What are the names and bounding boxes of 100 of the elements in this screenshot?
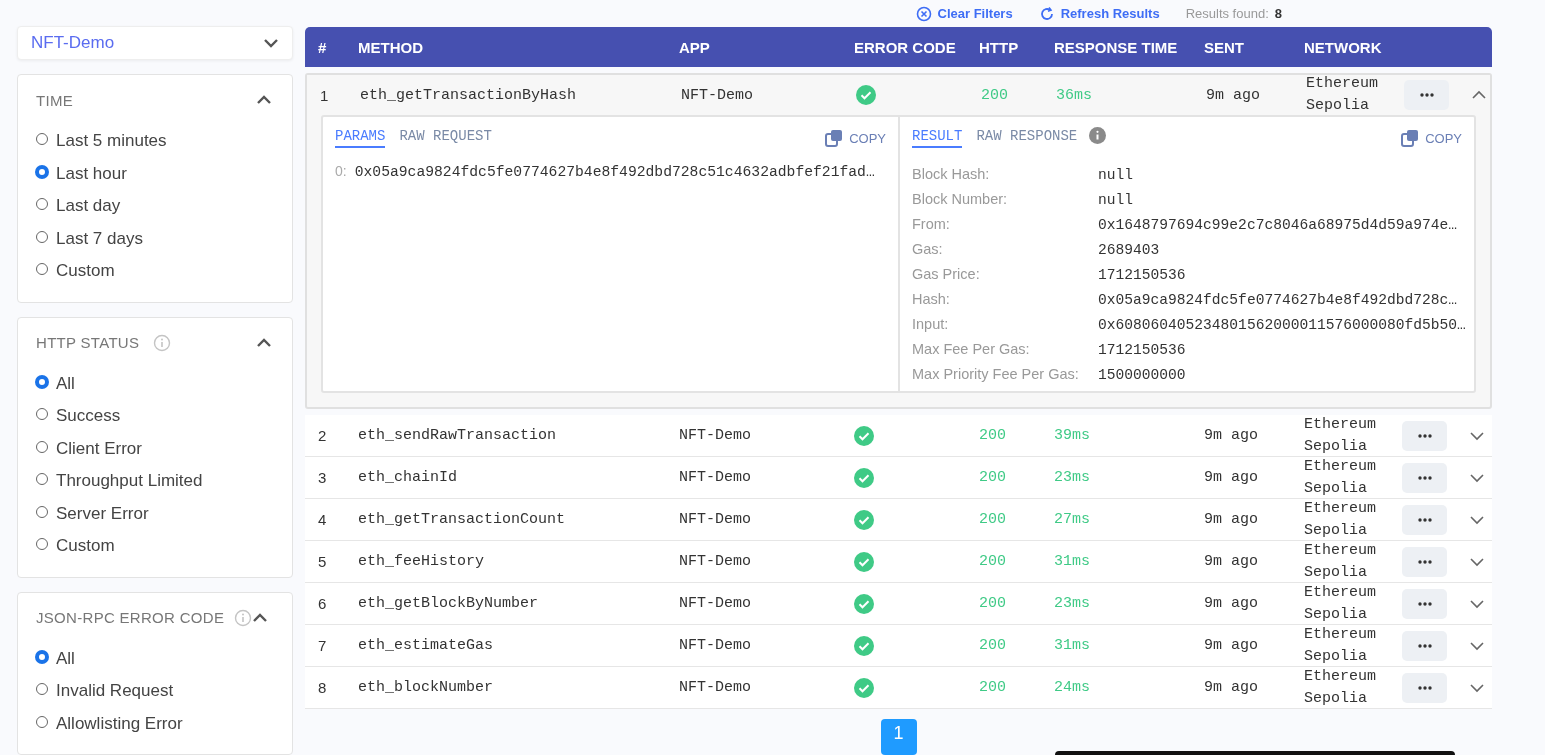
- field-label: Max Fee Per Gas:: [912, 340, 1031, 359]
- expand-toggle[interactable]: [1471, 90, 1487, 100]
- field-label: Gas Price:: [912, 265, 981, 284]
- toolbar-link[interactable]: Clear Filters: [937, 6, 1013, 21]
- radio-button[interactable]: [36, 650, 48, 663]
- table-cell-text: eth_chainId: [358, 469, 459, 486]
- option-label: Client Error: [56, 438, 142, 459]
- field-label: Max Priority Fee Per Gas:: [912, 365, 1080, 384]
- table-cell-text: 24ms: [1054, 679, 1091, 696]
- table-cell-text: NFT-Demo: [679, 595, 752, 612]
- field-value: 0x608060405234801562000011576000080fd5b50…: [1098, 316, 1466, 335]
- expand-toggle[interactable]: [1469, 682, 1485, 693]
- table-cell-text: Ethereum Sepolia: [1304, 582, 1377, 625]
- tab[interactable]: RAW RESPONSE: [976, 128, 1078, 148]
- more-button[interactable]: [1402, 588, 1447, 619]
- app-select[interactable]: NFT-Demo: [17, 26, 293, 60]
- table-cell-text: 9m ago: [1204, 469, 1259, 486]
- option-label: Last day: [56, 196, 121, 217]
- field-label: Input:: [912, 315, 950, 334]
- expand-toggle[interactable]: [1469, 430, 1485, 441]
- collapse-toggle[interactable]: [256, 95, 272, 105]
- expand-toggle[interactable]: [1469, 514, 1485, 525]
- results-label: Results found:: [1185, 6, 1269, 21]
- clear-icon: [915, 5, 932, 22]
- table-cell-text: eth_getTransactionCount: [358, 511, 567, 528]
- section-title: HTTP STATUS: [36, 334, 140, 351]
- table-cell-text: NFT-Demo: [679, 637, 752, 654]
- expand-toggle[interactable]: [1469, 598, 1485, 609]
- table-cell-text: 2: [317, 427, 328, 444]
- field-value: 1712150536: [1098, 341, 1187, 360]
- more-button[interactable]: [1404, 80, 1449, 110]
- table-cell-text: Ethereum Sepolia: [1304, 666, 1377, 709]
- table-cell-text: 200: [979, 595, 1007, 612]
- table-cell-text: 23ms: [1054, 469, 1091, 486]
- field-label: Gas:: [912, 240, 944, 259]
- column-header: ERROR CODE: [854, 38, 957, 56]
- table-cell-text: 9m ago: [1204, 553, 1259, 570]
- copy-icon: [825, 129, 844, 147]
- table-cell-text: Ethereum Sepolia: [1304, 540, 1377, 583]
- option-label: Server Error: [56, 503, 149, 524]
- expand-toggle[interactable]: [1469, 640, 1485, 651]
- collapse-toggle[interactable]: [252, 612, 269, 623]
- table-cell-text: eth_getBlockByNumber: [358, 595, 540, 612]
- table-cell-text: NFT-Demo: [679, 427, 752, 444]
- option-label: Success: [56, 406, 121, 427]
- results-count: 8: [1274, 6, 1282, 21]
- param-value: 0x05a9ca9824fdc5fe0774627b4e8f492dbd728c51c4632adbfef21fad…: [354, 164, 875, 180]
- table-cell-text: eth_getTransactionByHash: [360, 86, 578, 104]
- table-cell-text: 36ms: [1056, 86, 1093, 104]
- table-cell-text: 4: [317, 511, 328, 528]
- expand-toggle[interactable]: [1469, 472, 1485, 483]
- table-cell-text: 31ms: [1054, 553, 1091, 570]
- field-value: 0x05a9ca9824fdc5fe0774627b4e8f492dbd728c…: [1098, 291, 1459, 310]
- more-button[interactable]: [1402, 546, 1447, 577]
- chevron-down-icon: [263, 38, 279, 48]
- table-cell-text: 9m ago: [1204, 511, 1259, 528]
- toolbar-link[interactable]: Refresh Results: [1060, 6, 1160, 21]
- more-icon: [1417, 475, 1432, 480]
- table-cell-text: NFT-Demo: [679, 511, 752, 528]
- more-button[interactable]: [1402, 462, 1447, 493]
- tab[interactable]: RAW REQUEST: [399, 128, 492, 148]
- table-cell-text: 200: [979, 553, 1007, 570]
- more-icon: [1417, 559, 1432, 564]
- expand-toggle[interactable]: [1469, 556, 1485, 567]
- option-label: Last 7 days: [56, 228, 143, 249]
- tab[interactable]: RESULT: [912, 128, 963, 148]
- radio-button[interactable]: [36, 375, 48, 388]
- column-header: METHOD: [358, 38, 424, 56]
- page-button[interactable]: 1: [880, 719, 917, 755]
- copy-icon: [1401, 129, 1420, 147]
- column-header: NETWORK: [1304, 38, 1383, 56]
- table-cell-text: eth_estimateGas: [358, 637, 495, 654]
- field-value: 2689403: [1098, 241, 1161, 260]
- copy-link[interactable]: COPY: [1425, 130, 1462, 146]
- option-label: Invalid Request: [56, 681, 174, 702]
- more-icon: [1417, 601, 1432, 606]
- table-cell-text: NFT-Demo: [679, 469, 752, 486]
- collapse-toggle[interactable]: [256, 337, 272, 348]
- more-icon: [1417, 643, 1432, 648]
- tab[interactable]: PARAMS: [335, 128, 386, 148]
- radio-button[interactable]: [36, 165, 48, 178]
- option-label: All: [56, 373, 75, 394]
- table-cell-text: 1: [319, 86, 330, 104]
- table-cell-text: eth_blockNumber: [358, 679, 495, 696]
- option-label: Last hour: [56, 163, 127, 184]
- column-header: APP: [679, 38, 711, 56]
- copy-link[interactable]: COPY: [849, 130, 886, 146]
- table-cell-text: 9m ago: [1204, 679, 1259, 696]
- table-cell-text: eth_feeHistory: [358, 553, 486, 570]
- more-button[interactable]: [1402, 630, 1447, 661]
- more-button[interactable]: [1402, 504, 1447, 535]
- more-button[interactable]: [1402, 420, 1447, 451]
- table-cell-text: 31ms: [1054, 637, 1091, 654]
- more-button[interactable]: [1402, 672, 1447, 703]
- more-icon: [1417, 517, 1432, 522]
- table-cell-text: NFT-Demo: [679, 679, 752, 696]
- column-header: SENT: [1204, 38, 1245, 56]
- table-cell-text: Ethereum Sepolia: [1304, 624, 1377, 667]
- table-cell-text: Ethereum Sepolia: [1304, 498, 1377, 541]
- field-value: 0x1648797694c99e2c7c8046a68975d4d59a974e…: [1098, 216, 1459, 235]
